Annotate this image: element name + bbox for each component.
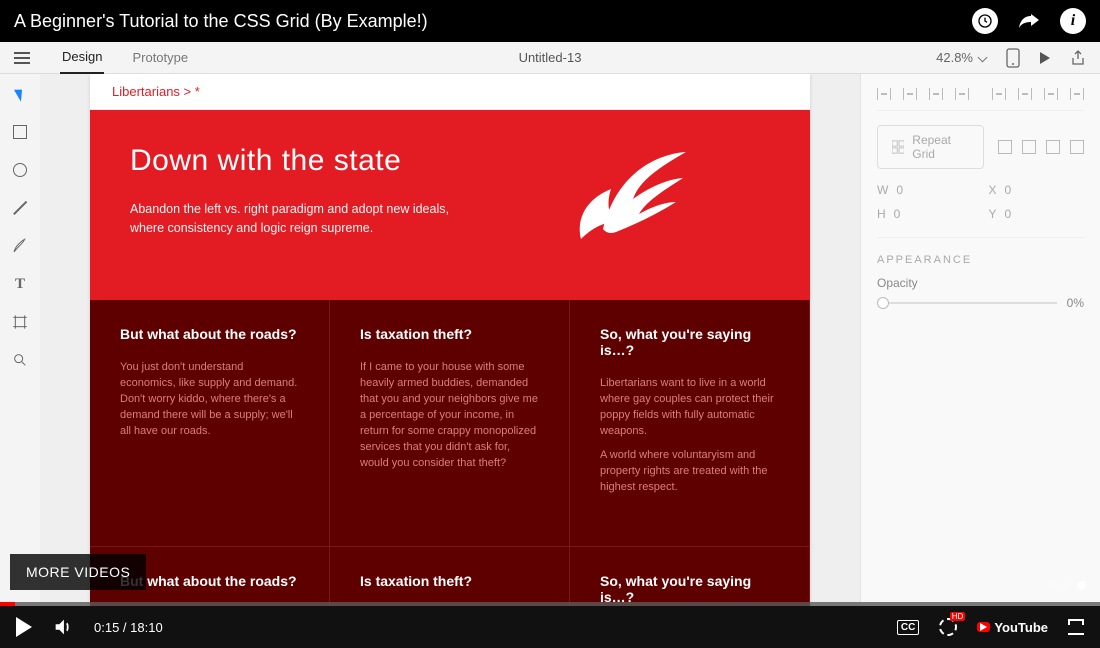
align-bottom-icon[interactable] [929, 88, 943, 100]
card: But what about the roads? You just don't … [90, 300, 330, 547]
pen-tool-icon[interactable] [10, 236, 30, 256]
ellipse-tool-icon[interactable] [10, 160, 30, 180]
repeat-grid-icon [892, 140, 904, 154]
share-export-icon[interactable] [1070, 50, 1086, 66]
artboard[interactable]: Libertarians > * Down with the state Aba… [90, 74, 810, 606]
eagle-logo-icon [482, 144, 770, 254]
zoom-control[interactable]: 42.8% [936, 50, 986, 65]
share-icon[interactable] [1016, 10, 1042, 33]
video-time: 0:15 / 18:10 [94, 620, 163, 635]
zoom-tool-icon[interactable] [10, 350, 30, 370]
align-vcenter-icon[interactable] [903, 88, 917, 100]
bool-add-icon[interactable] [998, 140, 1012, 154]
width-field[interactable]: W0 [877, 183, 973, 197]
text-tool-icon[interactable]: T [10, 274, 30, 294]
card: So, what you're saying is…? Libertarians … [570, 300, 810, 547]
y-field[interactable]: Y0 [989, 207, 1085, 221]
bool-intersect-icon[interactable] [1046, 140, 1060, 154]
tab-prototype[interactable]: Prototype [130, 42, 190, 73]
volume-icon[interactable] [52, 616, 74, 638]
page-title: Down with the state [130, 144, 482, 178]
bool-subtract-icon[interactable] [1022, 140, 1036, 154]
breadcrumb: Libertarians > * [90, 74, 810, 110]
line-tool-icon[interactable] [10, 198, 30, 218]
zoom-value: 42.8% [936, 50, 973, 65]
rectangle-tool-icon[interactable] [10, 122, 30, 142]
video-title[interactable]: A Beginner's Tutorial to the CSS Grid (B… [14, 11, 428, 32]
align-left-icon[interactable] [992, 88, 1006, 100]
opacity-slider[interactable] [877, 302, 1057, 304]
card-body: If I came to your house with some heavil… [360, 360, 539, 472]
card: Is taxation theft? If I came to your hous… [330, 300, 570, 547]
card-body: Libertarians want to live in a world whe… [600, 376, 779, 440]
select-tool-icon[interactable] [10, 84, 30, 104]
card-body: A world where voluntaryism and property … [600, 448, 779, 496]
opacity-value: 0% [1067, 296, 1084, 310]
bool-exclude-icon[interactable] [1070, 140, 1084, 154]
artboard-tool-icon[interactable] [10, 312, 30, 332]
opacity-label: Opacity [877, 276, 1084, 290]
align-right-icon[interactable] [1044, 88, 1058, 100]
align-hcenter-icon[interactable] [1018, 88, 1032, 100]
repeat-grid-label: Repeat Grid [912, 133, 969, 161]
card-title: So, what you're saying is…? [600, 573, 779, 605]
card: Is taxation theft?If I came to your hous… [330, 547, 570, 606]
tab-design[interactable]: Design [60, 42, 104, 74]
info-icon[interactable]: i [1060, 8, 1086, 34]
hamburger-icon[interactable] [14, 52, 30, 64]
device-preview-icon[interactable] [1006, 48, 1020, 68]
settings-gear-icon[interactable]: HD [939, 618, 957, 636]
card-title: Is taxation theft? [360, 326, 539, 342]
fullscreen-icon[interactable] [1068, 619, 1084, 635]
play-button[interactable] [16, 617, 32, 637]
captions-button[interactable]: CC [897, 620, 919, 635]
appearance-header: APPEARANCE [877, 254, 1084, 266]
card-title: So, what you're saying is…? [600, 326, 779, 358]
chevron-down-icon [978, 53, 988, 63]
canvas[interactable]: Libertarians > * Down with the state Aba… [40, 74, 860, 606]
card: So, what you're saying is…?Libertarians … [570, 547, 810, 606]
card-title: But what about the roads? [120, 326, 299, 342]
card-title: Is taxation theft? [360, 573, 539, 589]
document-title: Untitled-13 [519, 50, 582, 65]
hero-subtitle: Abandon the left vs. right paradigm and … [130, 200, 460, 238]
watch-later-icon[interactable] [972, 8, 998, 34]
height-field[interactable]: H0 [877, 207, 973, 221]
align-top-icon[interactable] [877, 88, 891, 100]
card-body: You just don't understand economics, lik… [120, 360, 299, 440]
more-videos-button[interactable]: MORE VIDEOS [10, 554, 146, 590]
carousel-dots[interactable] [1047, 581, 1086, 590]
distribute-v-icon[interactable] [955, 88, 969, 100]
preview-play-icon[interactable] [1040, 52, 1050, 64]
x-field[interactable]: X0 [989, 183, 1085, 197]
repeat-grid-button[interactable]: Repeat Grid [877, 125, 984, 169]
youtube-logo[interactable]: YouTube [977, 620, 1048, 635]
card-title: But what about the roads? [120, 573, 299, 589]
distribute-h-icon[interactable] [1070, 88, 1084, 100]
